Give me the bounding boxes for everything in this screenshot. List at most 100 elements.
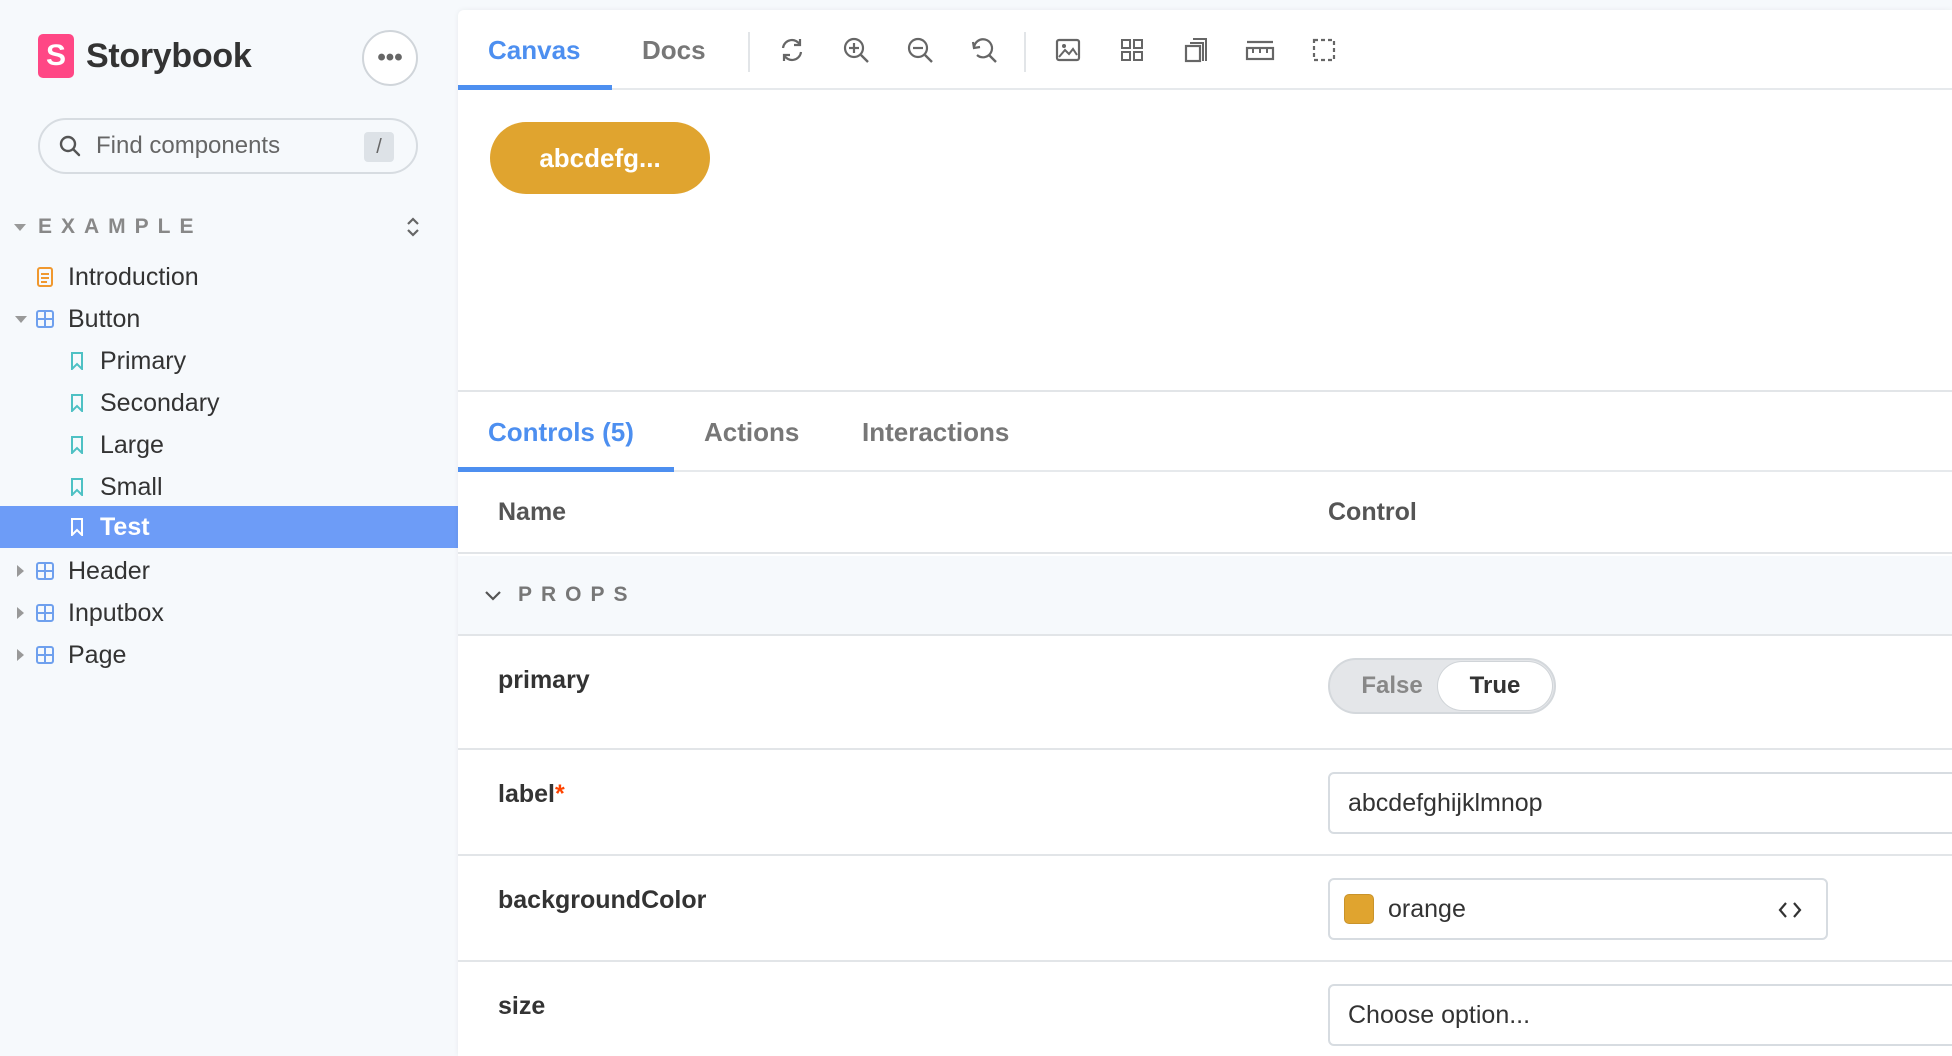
sidebar-item-secondary[interactable]: Secondary <box>0 382 458 424</box>
sidebar-item-inputbox[interactable]: Inputbox <box>0 592 458 634</box>
control-row-primary: primary False True <box>458 638 1952 750</box>
component-icon <box>36 562 54 580</box>
caret-right-icon[interactable] <box>17 565 24 577</box>
sidebar-item-label: Primary <box>100 346 187 375</box>
sidebar-item-page[interactable]: Page <box>0 634 458 676</box>
active-tab-indicator <box>458 85 612 90</box>
sidebar-item-label: Header <box>68 556 150 585</box>
document-icon <box>36 267 54 287</box>
props-section-row[interactable]: PROPS <box>458 556 1952 636</box>
preview-button[interactable]: abcdefg... <box>490 122 710 194</box>
tab-docs[interactable]: Docs <box>642 10 706 90</box>
bookmark-icon <box>68 436 86 454</box>
component-icon <box>36 310 54 328</box>
sidebar-item-large[interactable]: Large <box>0 424 458 466</box>
measure-icon[interactable] <box>1242 32 1278 68</box>
addons-panel: Controls (5) Actions Interactions Name C… <box>458 390 1952 1056</box>
chevron-down-icon[interactable] <box>482 584 504 606</box>
reload-icon[interactable] <box>774 32 810 68</box>
addon-tabs: Controls (5) Actions Interactions <box>458 392 1952 472</box>
color-swatch[interactable] <box>1344 894 1374 924</box>
group-title: EXAMPLE <box>38 215 203 238</box>
toggle-option-false[interactable]: False <box>1344 660 1440 712</box>
color-picker-field[interactable]: orange <box>1328 878 1828 940</box>
prop-name-text: label <box>498 780 555 808</box>
tab-label: Docs <box>642 34 706 65</box>
component-icon <box>36 604 54 622</box>
search-shortcut-key: / <box>364 132 394 162</box>
sidebar-item-button[interactable]: Button <box>0 298 458 340</box>
tab-label: Interactions <box>862 416 1010 447</box>
sidebar-item-label: Large <box>100 430 164 459</box>
storybook-logo-icon: S <box>38 34 74 78</box>
search-input[interactable] <box>96 132 336 160</box>
required-marker: * <box>554 780 565 808</box>
sidebar-menu-button[interactable]: ••• <box>362 30 418 86</box>
component-icon <box>36 646 54 664</box>
tab-actions[interactable]: Actions <box>704 392 799 472</box>
toggle-option-true[interactable]: True <box>1438 662 1552 710</box>
bookmark-icon <box>68 352 86 370</box>
group-header-example[interactable]: EXAMPLE <box>14 212 419 242</box>
brand[interactable]: S Storybook <box>38 32 252 80</box>
search-icon <box>59 135 81 157</box>
color-value: orange <box>1388 894 1466 923</box>
sidebar-item-label: Secondary <box>100 388 220 417</box>
control-row-backgroundcolor: backgroundColor orange <box>458 858 1952 962</box>
size-select[interactable]: Choose option... <box>1328 984 1952 1046</box>
search-box[interactable]: / <box>38 118 418 174</box>
boolean-toggle[interactable]: False True <box>1328 658 1556 714</box>
control-row-size: size Choose option... <box>458 964 1952 1056</box>
sidebar-item-label: Inputbox <box>68 598 164 627</box>
background-icon[interactable] <box>1050 32 1086 68</box>
expand-collapse-icon[interactable] <box>398 212 428 242</box>
sidebar-item-label: Small <box>100 472 163 501</box>
viewport-icon[interactable] <box>1178 32 1214 68</box>
caret-down-icon <box>14 223 26 231</box>
column-header-name: Name <box>498 498 567 526</box>
toolbar-divider <box>748 32 750 72</box>
caret-right-icon[interactable] <box>17 649 24 661</box>
prop-name: size <box>498 992 546 1020</box>
zoom-in-icon[interactable] <box>838 32 874 68</box>
sidebar-item-test[interactable]: Test <box>0 506 458 548</box>
section-title: PROPS <box>518 583 637 606</box>
sidebar-item-introduction[interactable]: Introduction <box>0 256 458 298</box>
caret-right-icon[interactable] <box>17 607 24 619</box>
sidebar-item-header[interactable]: Header <box>0 550 458 592</box>
toolbar-divider <box>1024 32 1026 72</box>
sidebar: S Storybook ••• / EXAMPLE Introduction <box>0 0 458 1056</box>
zoom-out-icon[interactable] <box>902 32 938 68</box>
tab-controls[interactable]: Controls (5) <box>488 392 634 472</box>
control-row-label: label* <box>458 752 1952 856</box>
bookmark-icon <box>68 394 86 412</box>
code-brackets-icon[interactable] <box>1776 896 1804 924</box>
controls-table-header: Name Control <box>458 474 1952 554</box>
tab-canvas[interactable]: Canvas <box>488 10 581 90</box>
tab-label: Controls (5) <box>488 416 634 447</box>
tab-label: Canvas <box>488 34 581 65</box>
grid-icon[interactable] <box>1114 32 1150 68</box>
sidebar-item-small[interactable]: Small <box>0 466 458 508</box>
bookmark-icon <box>68 478 86 496</box>
main-panel: Canvas Docs abcdefg... Controls (5) Acti… <box>458 10 1952 1056</box>
tab-interactions[interactable]: Interactions <box>862 392 1009 472</box>
sidebar-item-label: Button <box>68 304 141 333</box>
outline-icon[interactable] <box>1306 32 1342 68</box>
prop-name: primary <box>498 666 590 694</box>
prop-name: label* <box>498 780 565 809</box>
sidebar-item-primary[interactable]: Primary <box>0 340 458 382</box>
tab-label: Actions <box>704 416 800 447</box>
column-header-control: Control <box>1328 498 1417 526</box>
sidebar-item-label: Page <box>68 640 127 669</box>
label-text-input[interactable] <box>1328 772 1952 834</box>
preview-canvas: abcdefg... <box>458 92 1952 392</box>
storybook-app: S Storybook ••• / EXAMPLE Introduction <box>0 0 1952 1056</box>
sidebar-item-label: Test <box>100 512 150 541</box>
bookmark-icon <box>68 518 86 536</box>
active-tab-indicator <box>458 467 674 472</box>
preview-toolbar: Canvas Docs <box>458 10 1952 90</box>
reset-zoom-icon[interactable] <box>966 32 1002 68</box>
caret-down-icon[interactable] <box>15 315 27 323</box>
prop-name: backgroundColor <box>498 886 707 914</box>
